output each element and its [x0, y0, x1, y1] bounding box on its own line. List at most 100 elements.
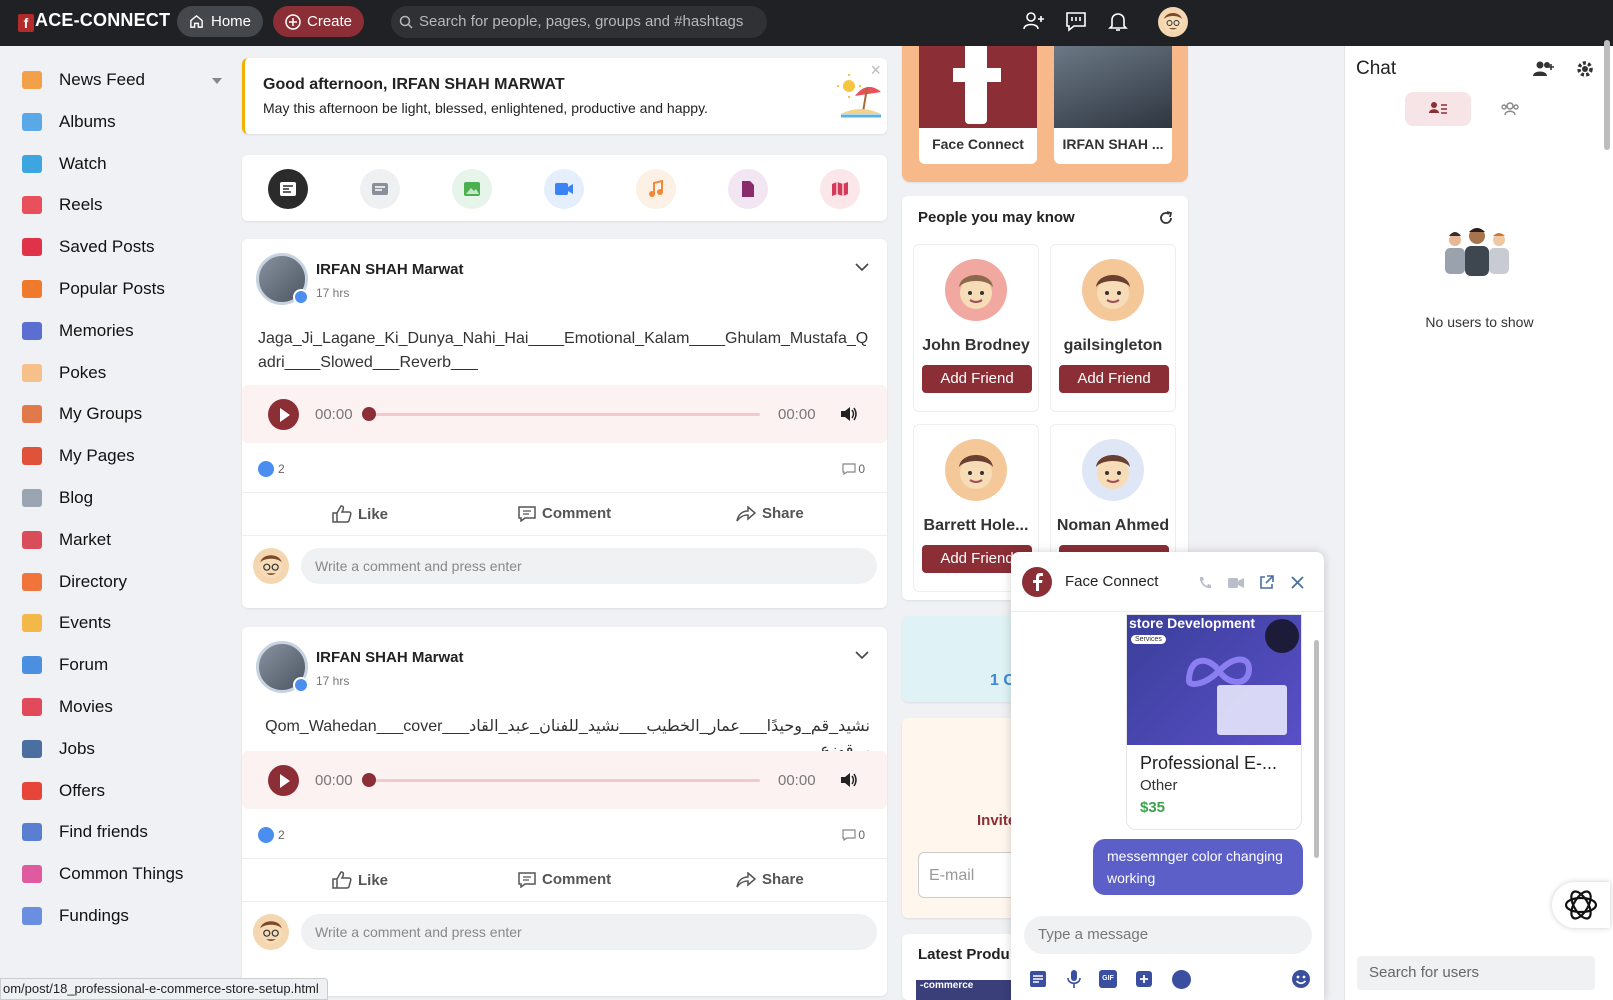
comment-count[interactable]: 0 [842, 828, 865, 842]
text-post-icon[interactable] [268, 169, 308, 209]
messages-icon[interactable] [1065, 10, 1087, 32]
product-thumbnail[interactable]: -commerce [916, 980, 1016, 1000]
popout-icon[interactable] [1259, 575, 1274, 590]
post-author-name[interactable]: IRFAN SHAH Marwat [316, 261, 464, 278]
audio-seek-handle[interactable] [362, 407, 376, 421]
add-friend-button[interactable]: Add Friend [1059, 365, 1169, 393]
suggested-person-avatar[interactable] [1082, 259, 1144, 321]
reaction-count[interactable]: 2 [258, 461, 285, 477]
sidebar-item-find-friends[interactable]: Find friends [22, 816, 228, 848]
suggested-person-name[interactable]: Noman Ahmed [1051, 517, 1175, 535]
music-post-icon[interactable] [636, 169, 676, 209]
emoji-icon[interactable] [1291, 969, 1311, 989]
group-add-icon[interactable] [1533, 60, 1555, 78]
tab-groups[interactable] [1477, 92, 1543, 126]
audio-seek-bar[interactable] [370, 413, 760, 416]
sidebar-item-my-pages[interactable]: My Pages [22, 440, 228, 472]
caret-down-icon[interactable] [212, 78, 222, 84]
suggested-person-avatar[interactable] [945, 439, 1007, 501]
settings-gear-icon[interactable] [1575, 59, 1595, 79]
suggested-person-name[interactable]: John Brodney [914, 337, 1038, 355]
shared-product-card[interactable]: store Development Services Professional … [1126, 614, 1302, 830]
volume-icon[interactable] [840, 771, 858, 789]
play-icon[interactable] [268, 765, 299, 796]
share-button[interactable]: Share [736, 505, 804, 522]
like-button[interactable]: Like [332, 505, 388, 523]
microphone-icon[interactable] [1067, 969, 1081, 989]
add-friend-button[interactable]: Add Friend [922, 365, 1032, 393]
pages-strip: Face Connect IRFAN SHAH ... [902, 46, 1188, 182]
comment-input[interactable]: Write a comment and press enter [301, 548, 877, 584]
sidebar-item-directory[interactable]: Directory [22, 566, 228, 598]
bell-icon[interactable] [1107, 10, 1129, 32]
comment-count[interactable]: 0 [842, 462, 865, 476]
audio-seek-handle[interactable] [362, 773, 376, 787]
comment-button[interactable]: Comment [518, 505, 611, 522]
user-avatar[interactable] [1158, 7, 1188, 37]
search-users-input[interactable]: Search for users [1357, 956, 1595, 990]
page-card-irfan[interactable]: IRFAN SHAH ... [1054, 46, 1172, 164]
file-post-icon[interactable] [728, 169, 768, 209]
sidebar-item-jobs[interactable]: Jobs [22, 733, 228, 765]
sidebar-item-watch[interactable]: Watch [22, 148, 228, 180]
post-author-avatar[interactable] [256, 253, 309, 305]
comment-input[interactable]: Write a comment and press enter [301, 914, 877, 950]
tab-users[interactable] [1405, 92, 1471, 126]
sidebar-item-forum[interactable]: Forum [22, 649, 228, 681]
chat-scrollbar[interactable] [1314, 640, 1319, 858]
post-author-name[interactable]: IRFAN SHAH Marwat [316, 649, 464, 666]
status-post-icon[interactable] [360, 169, 400, 209]
search-input[interactable]: Search for people, pages, groups and #ha… [391, 6, 767, 38]
color-picker-icon[interactable] [1172, 970, 1191, 989]
page-scrollbar[interactable] [1604, 40, 1610, 150]
sidebar-item-common-things[interactable]: Common Things [22, 858, 228, 890]
sidebar-item-events[interactable]: Events [22, 607, 228, 639]
like-button[interactable]: Like [332, 871, 388, 889]
video-call-icon[interactable] [1228, 577, 1244, 589]
post-author-avatar[interactable] [256, 641, 309, 693]
refresh-icon[interactable] [1158, 210, 1174, 226]
sidebar-item-market[interactable]: Market [22, 524, 228, 556]
sidebar-item-fundings[interactable]: Fundings [22, 900, 228, 932]
sidebar-item-albums[interactable]: Albums [22, 106, 228, 138]
sidebar-item-offers[interactable]: Offers [22, 775, 228, 807]
create-button[interactable]: Create [273, 6, 365, 37]
comment-button[interactable]: Comment [518, 871, 611, 888]
share-button[interactable]: Share [736, 871, 804, 888]
play-icon[interactable] [268, 399, 299, 430]
gif-button[interactable]: GIF [1099, 970, 1117, 988]
sidebar-item-blog[interactable]: Blog [22, 482, 228, 514]
poke-icon [22, 363, 42, 382]
photo-post-icon[interactable] [452, 169, 492, 209]
attach-file-icon[interactable] [1029, 970, 1047, 988]
sticker-icon[interactable] [1135, 970, 1153, 988]
sidebar-item-pokes[interactable]: Pokes [22, 357, 228, 389]
suggested-person-name[interactable]: gailsingleton [1051, 337, 1175, 355]
product-price: $35 [1140, 799, 1166, 816]
page-card-face-connect[interactable]: Face Connect [919, 46, 1037, 164]
assistant-button[interactable] [1552, 882, 1610, 928]
chevron-down-icon[interactable] [855, 651, 869, 659]
app-logo[interactable]: f ACE-CONNECT [18, 10, 170, 32]
sidebar-item-reels[interactable]: Reels [22, 189, 228, 221]
close-chat-icon[interactable] [1291, 576, 1304, 589]
audio-seek-bar[interactable] [370, 779, 760, 782]
map-post-icon[interactable] [820, 169, 860, 209]
suggested-person-avatar[interactable] [945, 259, 1007, 321]
sidebar-item-memories[interactable]: Memories [22, 315, 228, 347]
reaction-count[interactable]: 2 [258, 827, 285, 843]
message-input[interactable]: Type a message [1024, 916, 1312, 954]
sidebar-item-saved-posts[interactable]: Saved Posts [22, 231, 228, 263]
sidebar-item-movies[interactable]: Movies [22, 691, 228, 723]
sidebar-item-news-feed[interactable]: News Feed [22, 64, 228, 96]
sidebar-item-popular-posts[interactable]: Popular Posts [22, 273, 228, 305]
chevron-down-icon[interactable] [855, 263, 869, 271]
suggested-person-name[interactable]: Barrett Hole... [914, 517, 1038, 535]
home-button[interactable]: Home [177, 6, 264, 37]
video-post-icon[interactable] [544, 169, 584, 209]
volume-icon[interactable] [840, 405, 858, 423]
sidebar-item-my-groups[interactable]: My Groups [22, 398, 228, 430]
suggested-person-avatar[interactable] [1082, 439, 1144, 501]
phone-icon[interactable] [1198, 576, 1212, 590]
add-friend-icon[interactable] [1023, 10, 1045, 32]
